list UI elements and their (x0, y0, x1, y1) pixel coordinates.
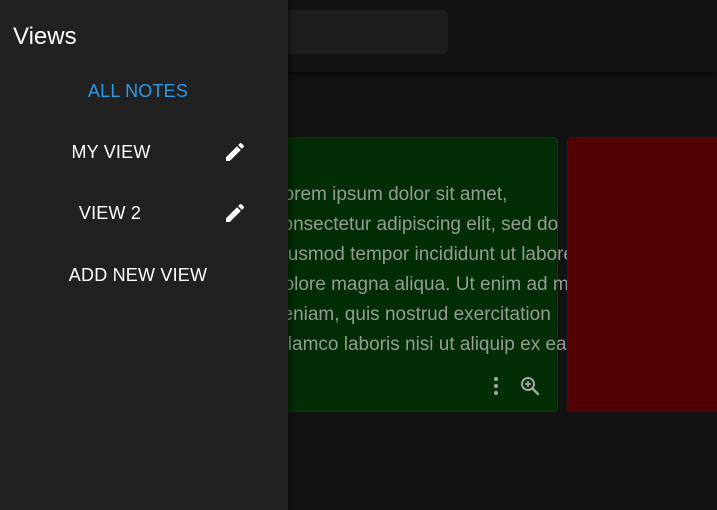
note-body: Lorem ipsum dolor sit amet, consectetur … (273, 184, 604, 355)
view-item-label: VIEW 2 (78, 202, 142, 223)
view-item-my-view[interactable]: MY VIEW (0, 132, 249, 172)
note-card[interactable] (567, 137, 717, 412)
view-item-label: ALL NOTES (87, 80, 189, 101)
more-vert-icon[interactable] (484, 374, 508, 398)
view-item-all-notes[interactable]: ALL NOTES (0, 71, 276, 111)
edit-icon[interactable] (223, 201, 247, 225)
edit-icon[interactable] (223, 140, 247, 164)
views-drawer: Views ALL NOTES MY VIEW VIEW 2 ADD NEW V… (0, 0, 288, 510)
app-root: Lorem ipsum dolor sit amet, consectetur … (0, 0, 717, 510)
add-new-view-button[interactable]: ADD NEW VIEW (0, 255, 276, 295)
add-view-label: ADD NEW VIEW (68, 264, 208, 285)
note-card[interactable]: Lorem ipsum dolor sit amet, consectetur … (262, 137, 604, 412)
zoom-in-icon[interactable] (518, 374, 542, 398)
view-item-view-2[interactable]: VIEW 2 (0, 193, 248, 233)
drawer-title: Views (13, 23, 77, 50)
view-item-label: MY VIEW (71, 141, 151, 162)
